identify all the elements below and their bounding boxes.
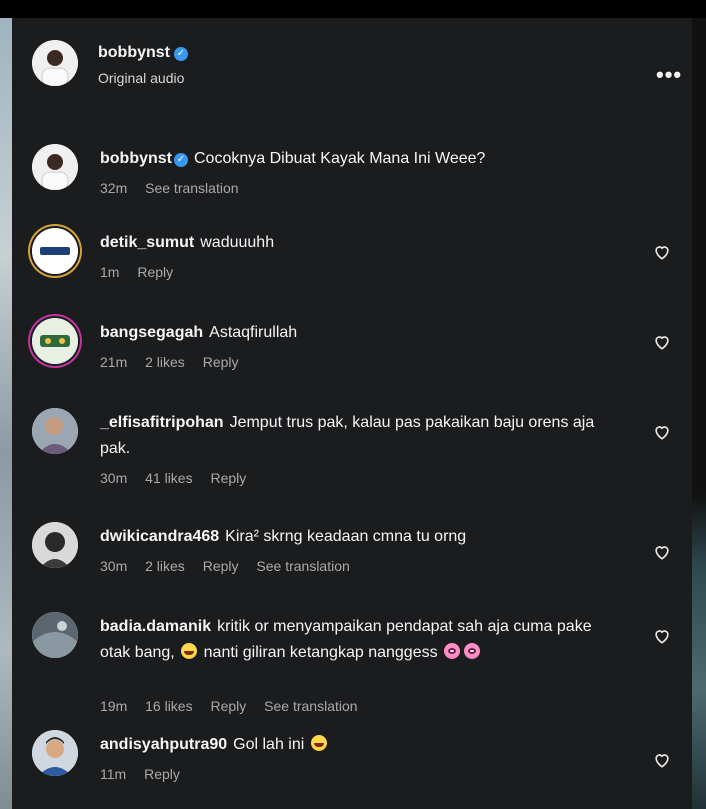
comment-text: bangsegagah Astaqfirullah [100,320,620,346]
comment-time: 32m [100,180,128,196]
reply-button[interactable]: Reply [210,698,246,714]
comment-username[interactable]: bangsegagah [100,324,203,341]
profile-photo-icon [32,40,78,86]
post-author[interactable]: bobbynst ✓ [98,44,188,62]
heart-icon[interactable] [652,626,672,646]
heart-icon[interactable] [652,542,672,562]
bangsegagah-logo-icon [32,318,78,364]
comment-likes[interactable]: 2 likes [145,354,185,370]
comment-text: dwikicandra468 Kira² skrng keadaan cmna t… [100,524,620,550]
comment-body: Astaqfirullah [209,324,298,341]
profile-photo-icon [32,612,78,658]
comment-likes[interactable]: 41 likes [145,470,192,486]
profile-photo-icon [32,730,78,776]
top-strip [0,0,706,18]
comment-time: 1m [100,264,120,280]
comment-username[interactable]: andisyahputra90 [100,736,227,753]
verified-badge-icon: ✓ [174,153,188,167]
avatar[interactable] [32,318,78,364]
profile-photo-icon [32,408,78,454]
comment-meta: 32m See translation [100,180,253,196]
comment-username[interactable]: detik_sumut [100,234,194,251]
background-video-left [0,18,12,809]
heart-icon[interactable] [652,422,672,442]
comment-body-2: nanti giliran ketangkap nanggess [203,644,438,661]
see-translation-button[interactable]: See translation [145,180,238,196]
verified-badge-icon: ✓ [174,47,188,61]
avatar[interactable] [32,228,78,274]
reply-button[interactable]: Reply [137,264,173,280]
avatar[interactable] [32,408,78,454]
crying-emoji-icon [444,643,461,659]
comment-meta: 30m 41 likes Reply [100,470,260,486]
background-video-right [692,18,706,809]
avatar[interactable] [32,522,78,568]
heart-icon[interactable] [652,242,672,262]
laughing-emoji-icon [181,643,198,659]
comment-time: 30m [100,558,128,574]
comment-username[interactable]: badia.damanik [100,618,211,635]
reply-button[interactable]: Reply [203,558,239,574]
comment-username[interactable]: dwikicandra468 [100,528,219,545]
avatar[interactable] [32,144,78,190]
comment-meta: 19m 16 likes Reply See translation [100,698,372,714]
comment-meta: 21m 2 likes Reply [100,354,253,370]
see-translation-button[interactable]: See translation [256,558,349,574]
original-audio-link[interactable]: Original audio [98,70,184,86]
comment-text: bobbynst ✓ Cocoknya Dibuat Kayak Mana Ini … [100,146,620,172]
comment-text: andisyahputra90 Gol lah ini [100,732,620,758]
reply-button[interactable]: Reply [203,354,239,370]
heart-icon[interactable] [652,332,672,352]
post-author-name[interactable]: bobbynst [98,44,170,61]
comment-body: Gol lah ini [233,736,305,753]
comment-body: Cocoknya Dibuat Kayak Mana Ini Weee? [194,150,486,167]
comment-time: 11m [100,766,127,782]
comment-meta: 11m Reply [100,766,194,782]
comment-time: 30m [100,470,128,486]
comment-body: Kira² skrng keadaan cmna tu orng [225,528,467,545]
comment-username[interactable]: bobbynst [100,150,172,167]
avatar[interactable] [32,730,78,776]
more-options-button[interactable]: ••• [656,64,682,86]
post-header: bobbynst ✓ Original audio ••• [32,40,682,90]
comment-time: 21m [100,354,128,370]
reply-button[interactable]: Reply [210,470,246,486]
profile-photo-icon [32,144,78,190]
comment-likes[interactable]: 16 likes [145,698,192,714]
avatar[interactable] [32,612,78,658]
comments-panel: bobbynst ✓ Original audio ••• bobbynst ✓ Co… [12,18,692,809]
comment-text: _elfisafitripohan Jemput trus pak, kalau … [100,410,620,462]
detik-logo-icon [32,228,78,274]
comment-text: detik_sumut waduuuhh [100,230,620,256]
comment-body: waduuuhh [200,234,275,251]
comment-meta: 30m 2 likes Reply See translation [100,558,364,574]
see-translation-button[interactable]: See translation [264,698,357,714]
comment-time: 19m [100,698,128,714]
reply-button[interactable]: Reply [144,766,180,782]
crying-emoji-icon [464,643,481,659]
comment-meta: 1m Reply [100,264,187,280]
profile-photo-icon [32,522,78,568]
heart-icon[interactable] [652,750,672,770]
comment-text: badia.damanik kritik or menyampaikan pend… [100,614,620,666]
laughing-emoji-icon [310,735,327,751]
comment-likes[interactable]: 2 likes [145,558,185,574]
avatar[interactable] [32,40,78,86]
comment-username[interactable]: _elfisafitripohan [100,414,224,431]
